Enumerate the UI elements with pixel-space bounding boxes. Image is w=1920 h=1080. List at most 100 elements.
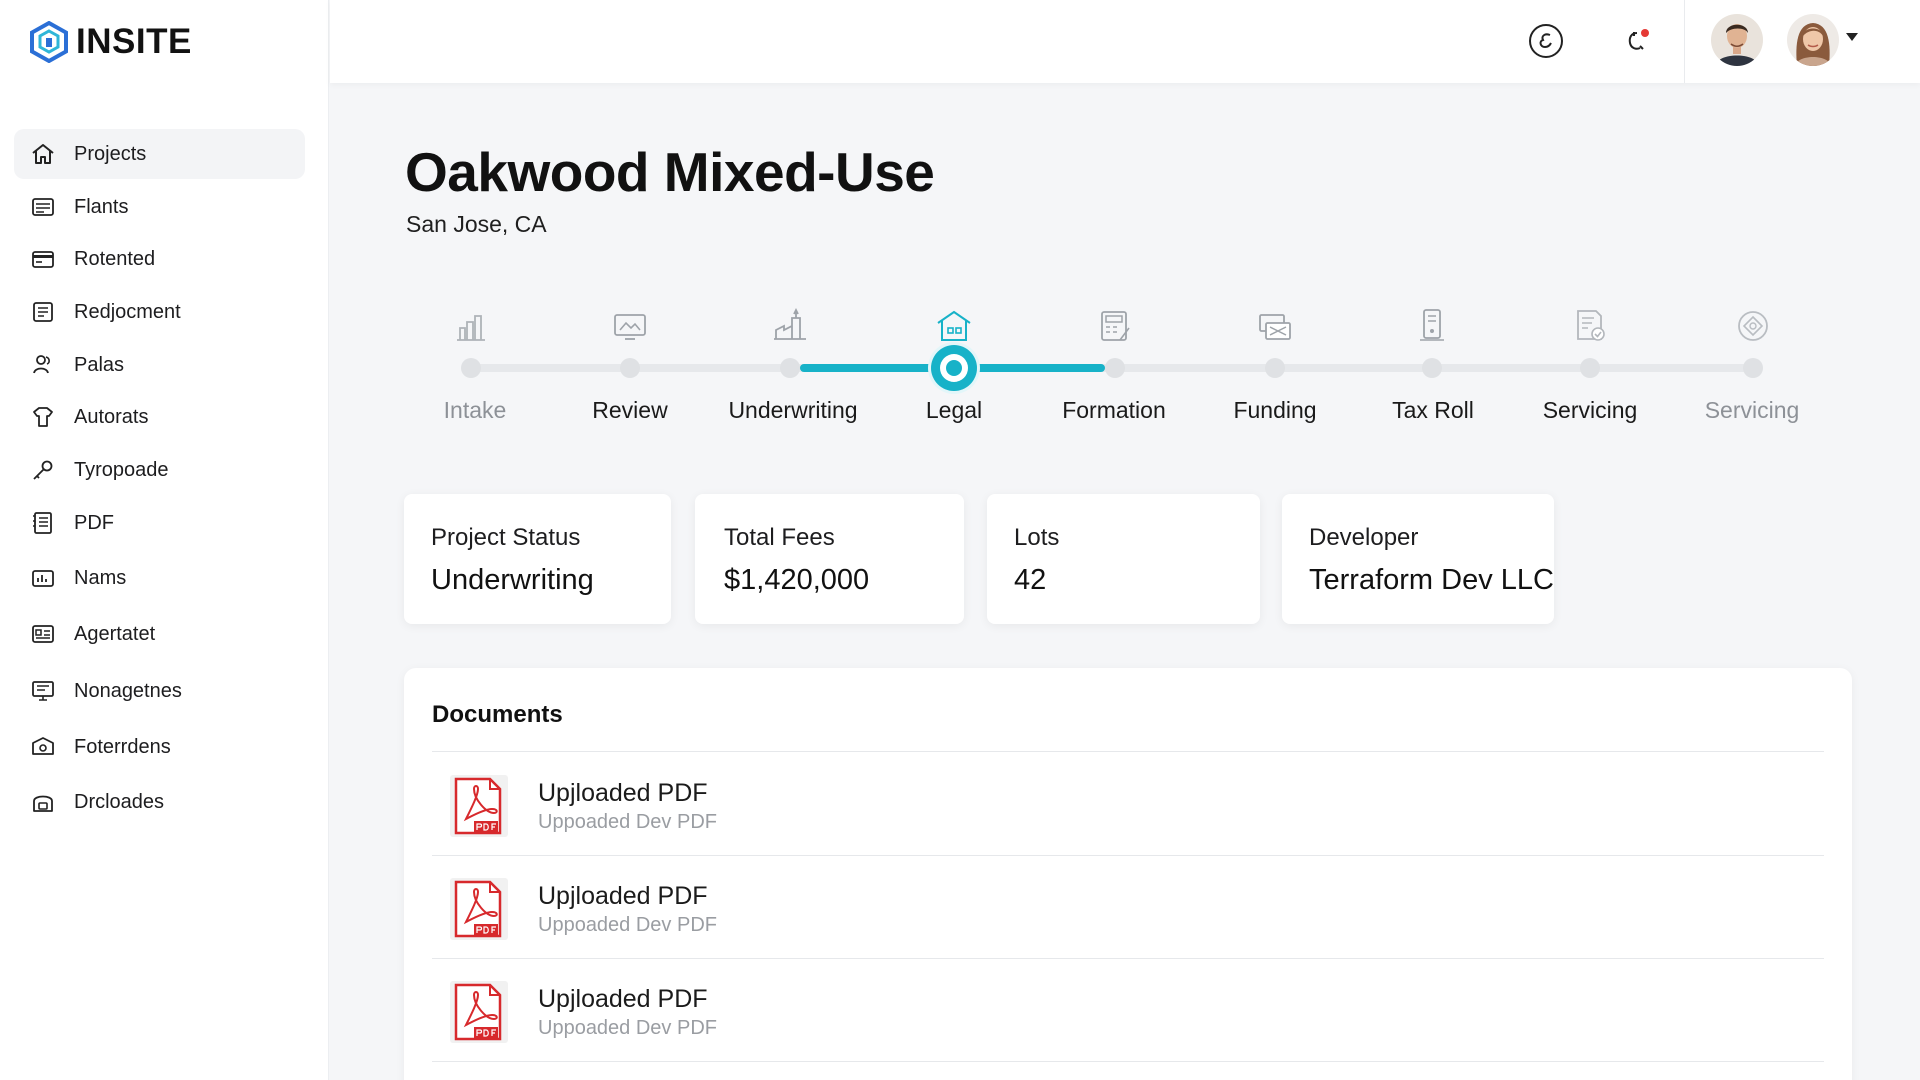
monitor-icon — [32, 681, 54, 701]
divider — [432, 751, 1824, 752]
house-icon — [934, 306, 974, 346]
sidebar-item-nams[interactable]: Nams — [14, 553, 305, 603]
user-avatar-female — [1787, 14, 1839, 66]
sidebar-item-label: Rotented — [74, 247, 156, 270]
sidebar-item-label: Nams — [74, 566, 127, 589]
stepper-track-fill — [800, 364, 1105, 372]
step-dot — [1422, 358, 1442, 378]
chat-button[interactable] — [1525, 20, 1567, 62]
chart-box-icon — [32, 570, 54, 587]
sidebar-item-label: Palas — [74, 353, 125, 376]
stat-value: Terraform Dev LLC — [1309, 564, 1554, 596]
document-row[interactable]: Upjloaded PDF Uppoaded Dev PDF — [432, 856, 1824, 958]
sidebar-item-flants[interactable]: Flants — [14, 182, 305, 232]
sidebar-item-agertatet[interactable]: Agertatet — [14, 609, 305, 659]
shirt-icon — [33, 407, 53, 427]
stat-card-developer: Developer Terraform Dev LLC — [1282, 494, 1554, 624]
lock-icon — [33, 795, 53, 812]
app-name: INSITE — [76, 22, 192, 61]
stat-label: Developer — [1309, 524, 1419, 551]
sidebar-item-label: Foterrdens — [74, 735, 171, 758]
sidebar-item-autorats[interactable]: Autorats — [14, 392, 305, 442]
stat-label: Project Status — [431, 524, 581, 551]
stat-value: 42 — [1014, 564, 1047, 596]
document-check-icon — [1570, 306, 1610, 346]
stat-value: $1,420,000 — [724, 564, 870, 596]
document-name: Upjloaded PDF — [538, 882, 708, 910]
document-subtitle: Uppoaded Dev PDF — [538, 1017, 717, 1039]
sidebar-item-label: Agertatet — [74, 622, 156, 645]
home-icon — [32, 144, 54, 164]
building-chart-icon — [451, 306, 491, 346]
sidebar-item-label: PDF — [74, 511, 114, 534]
document-icon — [33, 302, 53, 322]
document-subtitle: Uppoaded Dev PDF — [538, 914, 717, 936]
factory-icon — [770, 306, 810, 346]
sidebar-item-nonagetnes[interactable]: Nonagetnes — [14, 666, 305, 716]
sidebar-item-pdf[interactable]: PDF — [14, 498, 305, 548]
diamond-icon — [1733, 306, 1773, 346]
sidebar-item-label: Autorats — [74, 405, 149, 428]
avatar-user-female[interactable] — [1787, 14, 1839, 66]
stat-card-project-status: Project Status Underwriting — [404, 494, 671, 624]
account-menu-caret-icon[interactable] — [1846, 33, 1858, 41]
notification-dot — [1641, 29, 1649, 37]
sidebar-item-rotented[interactable]: Rotented — [14, 234, 305, 284]
step-dot — [780, 358, 800, 378]
current-step-indicator — [931, 345, 977, 391]
step-dot — [1743, 358, 1763, 378]
sidebar-item-foterrdens[interactable]: Foterrdens — [14, 722, 305, 772]
stat-label: Lots — [1014, 524, 1060, 551]
step-dot — [1105, 358, 1125, 378]
sidebar-item-label: Redjocment — [74, 300, 181, 323]
document-name: Upjloaded PDF — [538, 779, 708, 807]
stat-card-lots: Lots 42 — [987, 494, 1260, 624]
stat-card-total-fees: Total Fees $1,420,000 — [695, 494, 964, 624]
app-logo[interactable]: INSITE — [28, 20, 192, 64]
divider — [432, 1061, 1824, 1062]
money-stack-icon — [1255, 306, 1295, 346]
sidebar-item-label: Nonagetnes — [74, 679, 182, 702]
sidebar-item-projects[interactable]: Projects — [14, 129, 305, 179]
topbar-divider — [1684, 0, 1685, 83]
phone-notification-icon — [1628, 29, 1649, 50]
stepper-track — [471, 364, 1754, 372]
step-dot — [620, 358, 640, 378]
notebook-icon — [33, 512, 52, 534]
pdf-file-icon — [450, 775, 508, 837]
document-name: Upjloaded PDF — [538, 985, 708, 1013]
users-icon — [33, 355, 50, 374]
mobile-icon — [1412, 306, 1452, 346]
pdf-file-icon — [450, 981, 508, 1043]
sidebar: INSITE Projects Flants Rotented Redjocme… — [0, 0, 329, 1080]
top-bar — [330, 0, 1920, 83]
hexagon-logo-icon — [30, 21, 68, 63]
screen-icon — [610, 306, 650, 346]
sidebar-item-label: Projects — [74, 142, 147, 165]
document-row[interactable]: Upjloaded PDF Uppoaded Dev PDF — [432, 959, 1824, 1061]
documents-title: Documents — [432, 701, 563, 728]
documents-panel: Documents Upjloaded PDF Uppoaded Dev PDF… — [404, 668, 1852, 1080]
stat-label: Total Fees — [724, 524, 835, 551]
list-icon — [32, 198, 54, 216]
document-subtitle: Uppoaded Dev PDF — [538, 811, 717, 833]
phone-notification-button[interactable] — [1615, 20, 1657, 62]
avatar-user-male[interactable] — [1711, 14, 1763, 66]
sidebar-item-label: Tyropoade — [74, 458, 169, 481]
sidebar-item-redjocment[interactable]: Redjocment — [14, 287, 305, 337]
sidebar-item-palas[interactable]: Palas — [14, 340, 305, 390]
sidebar-item-drcloades[interactable]: Drcloades — [14, 777, 305, 827]
project-location: San Jose, CA — [406, 211, 547, 237]
card-icon — [32, 251, 54, 268]
step-servicing-final[interactable]: Servicing — [1652, 397, 1852, 424]
sidebar-item-tyropoade[interactable]: Tyropoade — [14, 445, 305, 495]
chat-icon — [1529, 24, 1563, 58]
sidebar-item-label: Drcloades — [74, 790, 165, 813]
pdf-file-icon — [450, 878, 508, 940]
stat-value: Underwriting — [431, 564, 594, 596]
page-title: Oakwood Mixed-Use — [405, 141, 935, 203]
id-card-icon — [32, 625, 54, 643]
calculator-icon — [1095, 306, 1135, 346]
document-row[interactable]: Upjloaded PDF Uppoaded Dev PDF — [432, 753, 1824, 855]
box-icon — [32, 737, 54, 755]
